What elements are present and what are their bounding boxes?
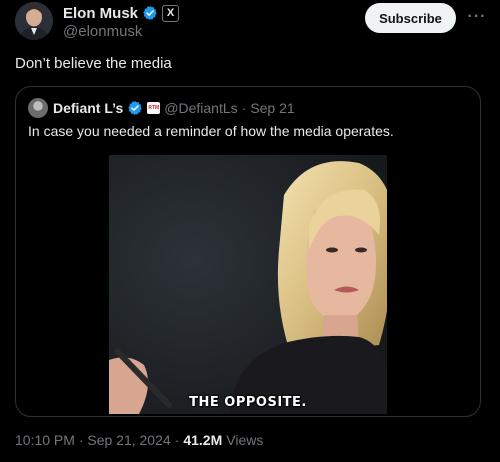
quoted-author-avatar[interactable] (28, 98, 48, 118)
views-count: 41.2M (183, 432, 223, 448)
quoted-tweet-header: Defiant L’s RTM @DefiantLs · Sep 21 (53, 99, 295, 117)
tweet-meta: 10:10 PM · Sep 21, 2024 · 41.2M Views (15, 432, 263, 448)
author-avatar[interactable] (15, 2, 53, 40)
subscribe-button[interactable]: Subscribe (365, 3, 456, 33)
author-name-row: Elon Musk X (63, 3, 180, 23)
author-name[interactable]: Elon Musk (63, 5, 138, 22)
tweet-timestamp[interactable]: 10:10 PM · Sep 21, 2024 (15, 432, 171, 448)
tweet: Elon Musk X @elonmusk Subscribe ··· Don’… (0, 0, 500, 462)
rtm-affiliate-badge-icon: RTM (147, 102, 161, 114)
separator-dot: · (174, 432, 180, 448)
quoted-author-name[interactable]: Defiant L’s (53, 100, 123, 116)
video-caption: THE OPPOSITE. (189, 395, 307, 410)
author-handle[interactable]: @elonmusk (63, 23, 142, 40)
more-horizontal-icon[interactable]: ··· (463, 3, 491, 31)
quoted-tweet[interactable]: Defiant L’s RTM @DefiantLs · Sep 21 In c… (15, 86, 481, 417)
x-affiliate-badge-icon: X (162, 4, 180, 22)
verified-check-icon (142, 5, 158, 21)
tweet-text: Don’t believe the media (15, 55, 172, 72)
verified-check-icon (127, 100, 143, 116)
quoted-tweet-date[interactable]: Sep 21 (250, 100, 294, 116)
separator-dot: · (241, 100, 247, 116)
quoted-tweet-text: In case you needed a reminder of how the… (28, 123, 394, 139)
quoted-author-handle[interactable]: @DefiantLs (164, 100, 237, 116)
views-label: Views (226, 432, 264, 448)
video-thumbnail[interactable]: THE OPPOSITE. (109, 155, 387, 414)
